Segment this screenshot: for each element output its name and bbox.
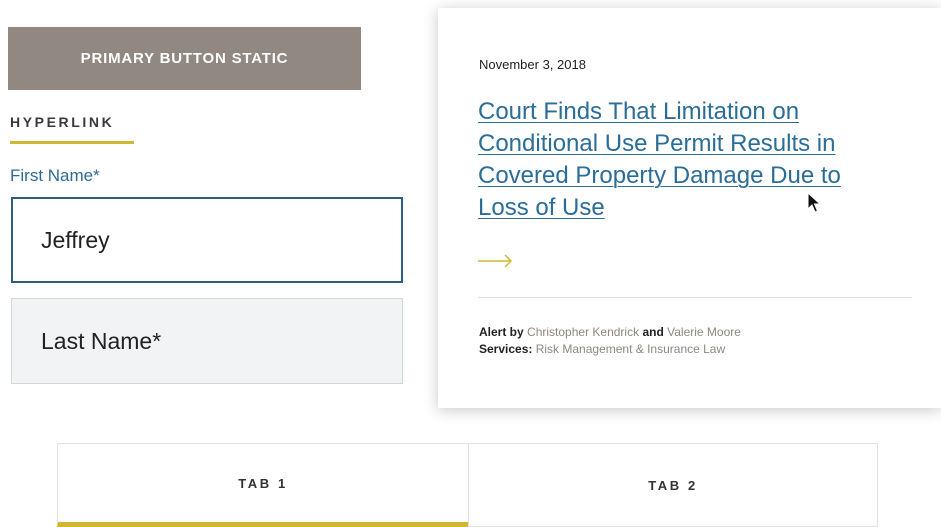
tab-bar: TAB 1 TAB 2 (57, 443, 878, 527)
tab-1-label: TAB 1 (238, 475, 288, 491)
first-name-label: First Name* (10, 166, 100, 185)
alert-prefix: Alert by (479, 325, 524, 339)
tab-2[interactable]: TAB 2 (468, 443, 878, 527)
services-link[interactable]: Risk Management & Insurance Law (536, 342, 725, 356)
tab-2-label: TAB 2 (648, 477, 698, 493)
last-name-input[interactable] (12, 327, 402, 355)
tab-1[interactable]: TAB 1 (57, 443, 468, 527)
hyperlink-underline (10, 141, 134, 144)
services-label: Services: (479, 342, 533, 356)
author-joiner: and (642, 325, 664, 339)
first-name-field-wrapper (11, 197, 403, 283)
article-card: November 3, 2018 Court Finds That Limita… (438, 8, 941, 408)
author-link-moore[interactable]: Valerie Moore (667, 325, 741, 339)
article-title-link[interactable]: Court Finds That Limitation on Condition… (478, 96, 888, 224)
last-name-field-wrapper (11, 298, 403, 384)
first-name-input[interactable] (13, 226, 401, 254)
primary-button[interactable]: PRIMARY BUTTON STATIC (8, 27, 361, 90)
article-date: November 3, 2018 (479, 57, 586, 72)
mouse-pointer-icon (807, 192, 822, 213)
hyperlink[interactable]: HYPERLINK (10, 114, 114, 139)
card-divider (478, 297, 912, 298)
alert-line: Alert by Christopher Kendrick and Valeri… (479, 324, 741, 341)
arrow-right-icon[interactable] (478, 252, 514, 270)
article-meta: Alert by Christopher Kendrick and Valeri… (479, 324, 741, 358)
author-link-kendrick[interactable]: Christopher Kendrick (527, 325, 639, 339)
page: PRIMARY BUTTON STATIC HYPERLINK First Na… (0, 0, 941, 527)
services-line: Services: Risk Management & Insurance La… (479, 341, 741, 358)
